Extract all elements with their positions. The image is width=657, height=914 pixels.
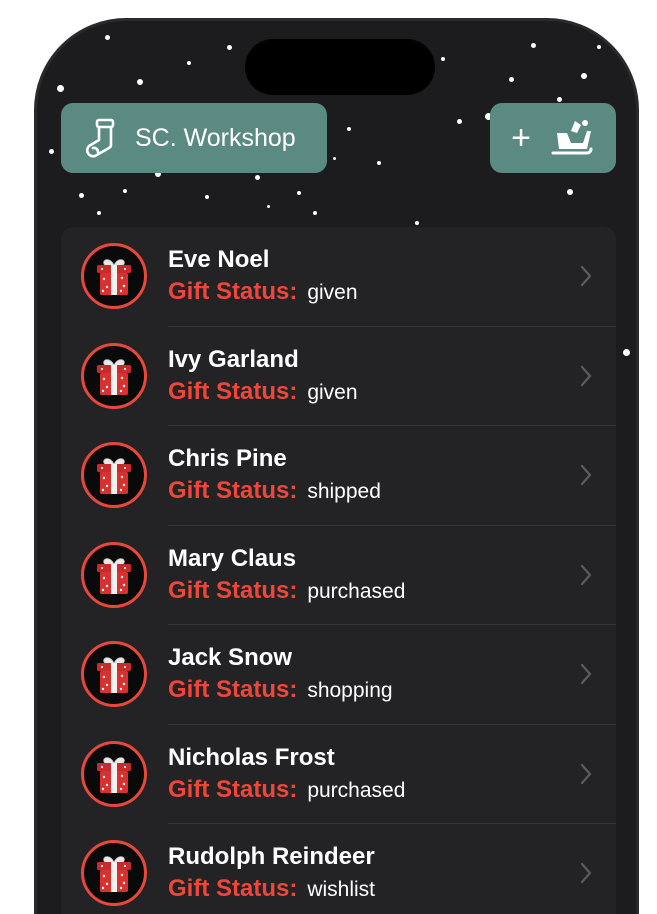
- snowflake: [347, 127, 351, 131]
- gift-icon: [97, 358, 131, 395]
- recipient-list: Eve Noel Gift Status: given Ivy Garland …: [61, 227, 616, 914]
- gift-avatar: [81, 641, 147, 707]
- recipient-row[interactable]: Ivy Garland Gift Status: given: [61, 327, 616, 426]
- workshop-button-label: SC. Workshop: [135, 123, 296, 152]
- chevron-right-icon: [580, 564, 592, 586]
- snowflake: [79, 193, 84, 198]
- gift-icon: [97, 657, 131, 693]
- snowflake: [123, 189, 127, 193]
- snowflake: [567, 189, 573, 195]
- gift-status-value: given: [307, 281, 358, 304]
- chevron-right-icon: [580, 663, 592, 685]
- gift-avatar: [81, 342, 147, 409]
- gift-status-label: Gift Status:: [168, 477, 298, 504]
- gift-icon: [97, 856, 131, 892]
- workshop-button[interactable]: SC. Workshop: [61, 103, 327, 173]
- gift-status-label: Gift Status:: [168, 775, 298, 803]
- dynamic-island: [245, 39, 435, 95]
- gift-status-label: Gift Status:: [168, 278, 298, 305]
- snowflake: [623, 349, 630, 356]
- snowflake: [187, 61, 191, 65]
- snowflake: [581, 73, 587, 79]
- gift-avatar: [81, 243, 147, 309]
- snowflake: [57, 85, 64, 92]
- recipient-row[interactable]: Nicholas Frost Gift Status: purchased: [61, 725, 616, 824]
- snowflake: [333, 157, 336, 160]
- snowflake: [457, 119, 462, 124]
- snowflake: [557, 97, 562, 102]
- chevron-right-icon: [580, 265, 592, 287]
- gift-status-value: purchased: [307, 778, 406, 802]
- gift-avatar: [81, 442, 147, 508]
- gift-icon: [97, 557, 131, 594]
- gift-status-label: Gift Status:: [168, 875, 298, 902]
- chevron-right-icon: [580, 763, 592, 785]
- gift-status-label: Gift Status:: [168, 576, 298, 604]
- recipient-row[interactable]: Mary Claus Gift Status: purchased: [61, 526, 616, 625]
- snowflake: [597, 45, 601, 49]
- snowflake: [49, 149, 54, 154]
- snowflake: [297, 191, 301, 195]
- snowflake: [227, 45, 232, 50]
- recipient-name: Rudolph Reindeer: [168, 843, 375, 870]
- gift-status-value: shopping: [307, 679, 393, 702]
- stocking-icon: [85, 118, 115, 158]
- gift-avatar: [81, 541, 147, 608]
- snowflake: [415, 221, 419, 225]
- gift-icon: [97, 458, 131, 494]
- recipient-name: Ivy Garland: [168, 345, 299, 373]
- gift-status-label: Gift Status:: [168, 676, 298, 703]
- snowflake: [377, 161, 381, 165]
- snowflake: [205, 195, 209, 199]
- recipient-row[interactable]: Rudolph Reindeer Gift Status: wishlist: [61, 824, 616, 914]
- snowflake: [531, 43, 536, 48]
- gift-avatar: [81, 840, 147, 906]
- recipient-name: Jack Snow: [168, 644, 293, 671]
- recipient-row[interactable]: Jack Snow Gift Status: shopping: [61, 625, 616, 725]
- snowflake: [137, 79, 143, 85]
- recipient-row[interactable]: Eve Noel Gift Status: given: [61, 227, 616, 327]
- gift-status-value: wishlist: [307, 878, 376, 901]
- chevron-right-icon: [580, 464, 592, 486]
- snowflake: [509, 77, 514, 82]
- recipient-name: Mary Claus: [168, 544, 297, 572]
- recipient-row[interactable]: Chris Pine Gift Status: shipped: [61, 426, 616, 526]
- gift-avatar: [81, 740, 147, 807]
- gift-status-value: shipped: [307, 480, 381, 503]
- gift-status-value: purchased: [307, 579, 406, 603]
- snowflake: [255, 175, 260, 180]
- sleigh-icon: [551, 120, 593, 155]
- recipient-name: Chris Pine: [168, 445, 287, 472]
- snowflake: [441, 57, 445, 61]
- recipient-name: Eve Noel: [168, 246, 270, 273]
- phone-frame: SC. Workshop + Eve Noel Gift Status: giv…: [34, 18, 639, 914]
- gift-status-value: given: [307, 380, 358, 404]
- snowflake: [105, 35, 110, 40]
- snowflake: [267, 205, 270, 208]
- recipient-name: Nicholas Frost: [168, 743, 335, 771]
- snowflake: [313, 211, 317, 215]
- snowflake: [97, 211, 101, 215]
- gift-status-label: Gift Status:: [168, 377, 298, 405]
- gift-icon: [97, 259, 131, 295]
- plus-icon: +: [511, 119, 531, 157]
- chevron-right-icon: [580, 862, 592, 884]
- chevron-right-icon: [580, 365, 592, 387]
- gift-icon: [97, 756, 131, 793]
- add-recipient-button[interactable]: +: [490, 103, 616, 173]
